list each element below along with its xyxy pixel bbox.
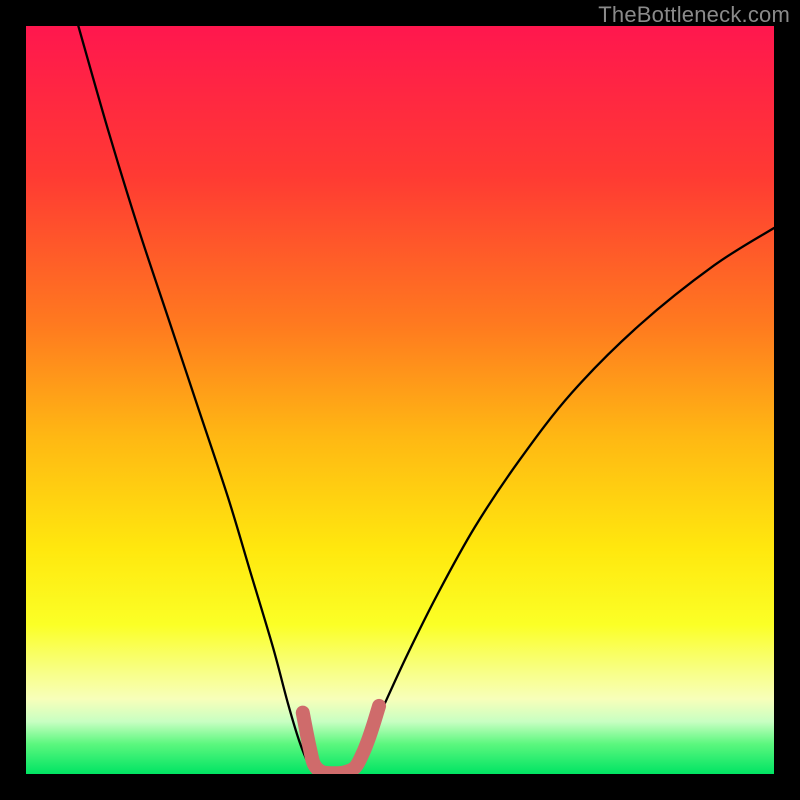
chart-frame: TheBottleneck.com <box>0 0 800 800</box>
series-marker <box>303 706 379 773</box>
watermark-text: TheBottleneck.com <box>598 2 790 28</box>
plot-area <box>26 26 774 774</box>
chart-curves <box>26 26 774 774</box>
series-curve <box>78 26 774 774</box>
